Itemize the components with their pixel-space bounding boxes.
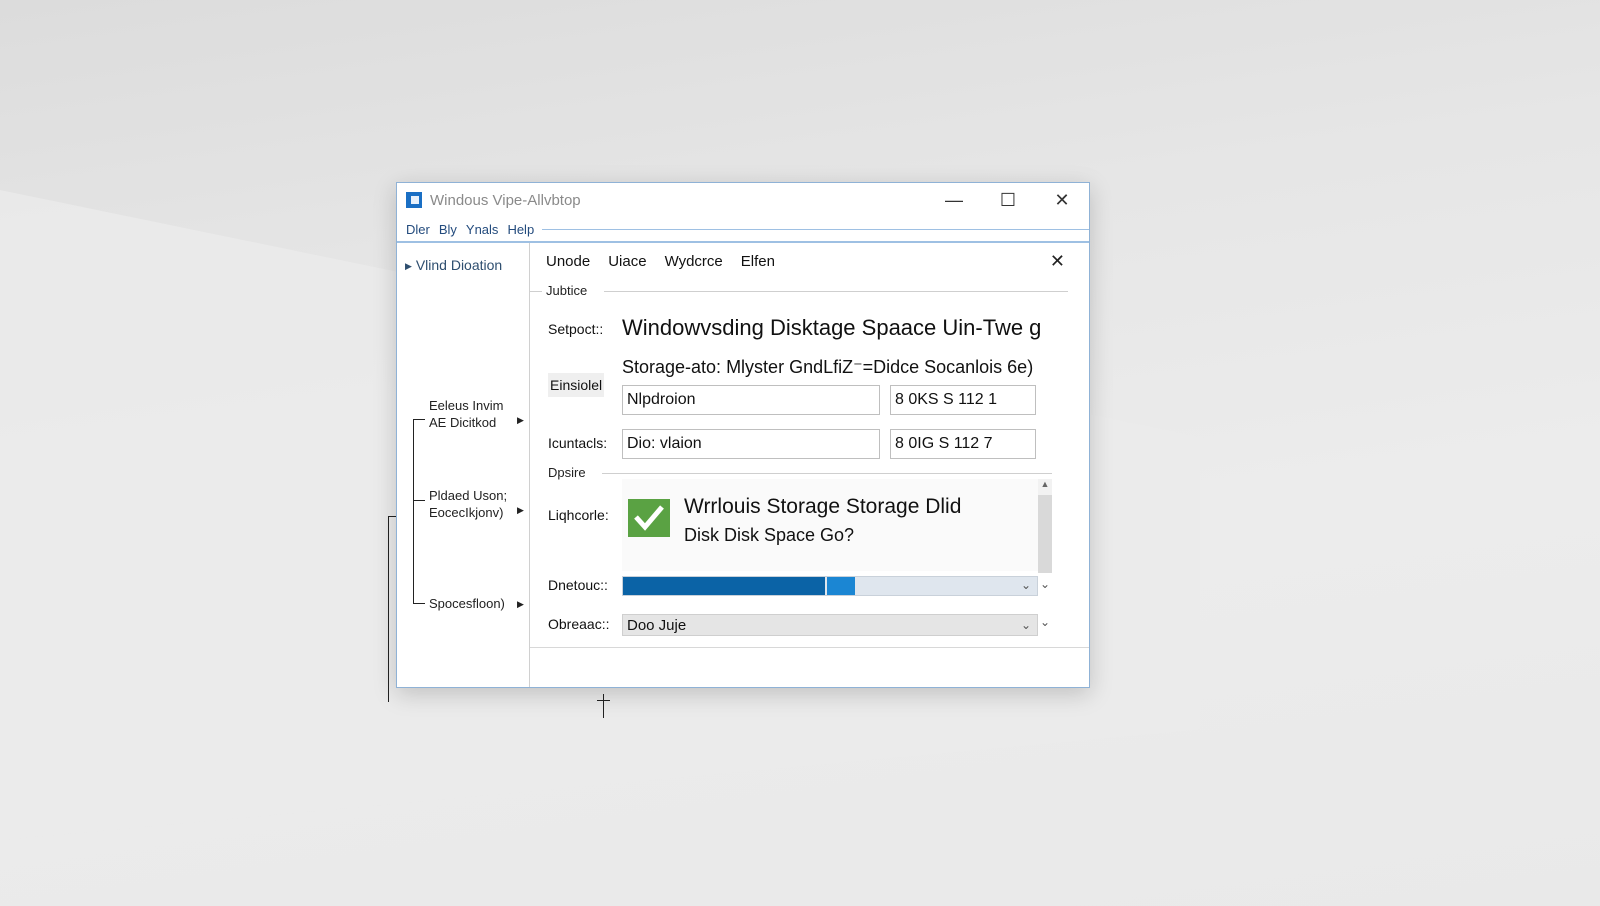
group-label-2: Dpsire xyxy=(548,465,586,480)
caret-right-icon: ▶ xyxy=(405,260,412,271)
sidebar: ▶ Vlind Dioation Eeleus Invim AE Dicitko… xyxy=(397,243,530,687)
caret-right-icon[interactable]: ▶ xyxy=(517,599,524,610)
combo-select[interactable]: Doo Juje ⌄ xyxy=(622,614,1038,636)
einsiolel-label: Einsiolel xyxy=(548,373,605,397)
field-1-value[interactable]: 8 0KS S 112 1 xyxy=(890,385,1036,415)
sidebar-item-top[interactable]: ▶ Vlind Dioation xyxy=(405,257,502,273)
tree-item-3-line1: Spocesfloon) xyxy=(429,596,505,611)
chevron-down-icon[interactable]: ⌄ xyxy=(1040,577,1050,591)
progress-bar: ⌄ xyxy=(622,576,1038,596)
result-subtitle: Disk Disk Space Go? xyxy=(684,525,855,545)
status-divider xyxy=(530,647,1089,648)
tree-line-branch-1 xyxy=(413,419,425,420)
connector-line-left xyxy=(388,516,389,702)
menu-item-2[interactable]: Bly xyxy=(439,222,457,237)
sidebar-item-top-label: Vlind Dioation xyxy=(415,257,503,273)
window-title: Windous Vipe-Allvbtop xyxy=(430,191,581,209)
result-label: Liqhcorle: xyxy=(548,507,609,523)
tree-item-2[interactable]: Pldaed Uson; EocecIkjonv) xyxy=(429,487,507,521)
title-bar[interactable]: Windous Vipe-Allvbtop — ☐ ✕ xyxy=(397,183,1089,217)
menu-bar: Dler Bly Ynals Help xyxy=(397,217,1089,243)
caret-right-icon[interactable]: ▶ xyxy=(517,415,524,426)
tree-line-branch-2 xyxy=(413,500,425,501)
maximize-button[interactable]: ☐ xyxy=(981,183,1035,217)
menu-item-1[interactable]: Dler xyxy=(406,222,430,237)
group-divider-1-left xyxy=(530,291,542,292)
chevron-down-icon[interactable]: ⌄ xyxy=(1021,618,1031,632)
tree-line-vertical xyxy=(413,419,414,603)
scrollbar[interactable]: ▲ xyxy=(1038,479,1052,573)
page-heading: Windowvsding Disktage Spaace Uin-Twe g xyxy=(622,315,1042,340)
caret-right-icon[interactable]: ▶ xyxy=(517,505,524,516)
menu-item-help[interactable]: Help xyxy=(507,222,534,237)
tree-item-1[interactable]: Eeleus Invim AE Dicitkod xyxy=(429,397,503,431)
close-button[interactable]: ✕ xyxy=(1035,183,1089,217)
content-pane: Unode Uiace Wydcrce Elfen ✕ Jubtice Setp… xyxy=(530,243,1089,687)
field-2-name[interactable]: Dio: vlaion xyxy=(622,429,880,459)
chevron-down-icon[interactable]: ⌄ xyxy=(1021,578,1031,592)
progress-label: Dnetouc:: xyxy=(548,577,608,593)
window-controls: — ☐ ✕ xyxy=(927,183,1089,217)
close-icon[interactable]: ✕ xyxy=(1050,251,1065,272)
tree-item-2-line2: EocecIkjonv) xyxy=(429,505,504,520)
tab-4[interactable]: Elfen xyxy=(741,253,775,270)
setpoint-label: Setpoct:: xyxy=(548,321,604,337)
minimize-button[interactable]: — xyxy=(927,183,981,217)
tree-item-1-line2: AE Dicitkod xyxy=(429,415,497,430)
connector-tick-bottom xyxy=(597,700,610,701)
checkmark-icon xyxy=(628,499,670,537)
tab-3[interactable]: Wydcrce xyxy=(665,253,723,270)
tree-line-branch-3 xyxy=(413,603,425,604)
app-icon xyxy=(406,192,422,208)
result-title: Wrrlouis Storage Storage Dlid xyxy=(684,495,962,518)
tree-item-3[interactable]: Spocesfloon) xyxy=(429,595,505,612)
group-divider-2 xyxy=(602,473,1052,474)
field-2-value[interactable]: 8 0IG S 112 7 xyxy=(890,429,1036,459)
tab-1[interactable]: Unode xyxy=(546,253,590,270)
menu-divider xyxy=(542,228,1089,230)
contacts-label: Icuntacls: xyxy=(548,435,608,451)
scroll-up-icon[interactable]: ▲ xyxy=(1038,479,1052,495)
group-divider-1 xyxy=(604,291,1068,292)
combo-value: Doo Juje xyxy=(627,616,687,634)
tree-item-2-line1: Pldaed Uson; xyxy=(429,488,508,503)
progress-fill-segment xyxy=(827,577,855,595)
progress-fill xyxy=(623,577,825,595)
combo-label: Obreaac:: xyxy=(548,616,610,632)
page-subheading: Storage-ato: Mlyster GndLfiZ⁻=Didce Soca… xyxy=(622,357,1034,377)
connector-line-bottom xyxy=(603,694,604,718)
menu-item-3[interactable]: Ynals xyxy=(466,222,499,237)
tab-2[interactable]: Uiace xyxy=(608,253,646,270)
field-1-name[interactable]: Nlpdroion xyxy=(622,385,880,415)
group-label-1: Jubtice xyxy=(546,283,588,298)
tree-item-1-line1: Eeleus Invim xyxy=(429,398,504,413)
chevron-down-icon[interactable]: ⌄ xyxy=(1040,615,1050,629)
app-window: Windous Vipe-Allvbtop — ☐ ✕ Dler Bly Yna… xyxy=(396,182,1090,688)
tab-strip: Unode Uiace Wydcrce Elfen xyxy=(546,247,793,275)
